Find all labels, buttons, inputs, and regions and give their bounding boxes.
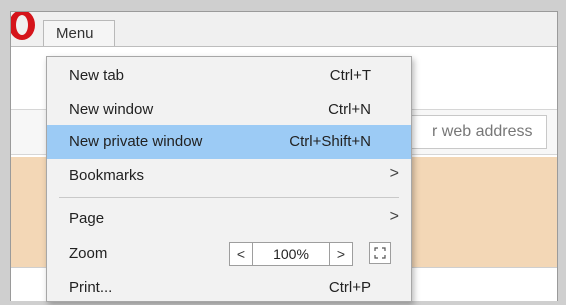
menu-item-zoom: Zoom < 100% >	[47, 237, 411, 271]
menu-item-shortcut: Ctrl+P	[328, 279, 371, 296]
menu-button[interactable]: Menu	[43, 20, 115, 46]
main-menu-dropdown: New tab Ctrl+T New window Ctrl+N New pri…	[46, 56, 412, 302]
menu-item-label: New private window	[69, 133, 203, 150]
menu-item-new-tab[interactable]: New tab Ctrl+T	[47, 59, 411, 93]
menu-item-shortcut: Ctrl+N	[328, 101, 371, 118]
menu-item-label: Print...	[69, 279, 113, 296]
menu-item-shortcut: Ctrl+T	[329, 67, 371, 84]
menu-item-bookmarks[interactable]: Bookmarks >	[47, 159, 411, 193]
zoom-control: < 100% >	[229, 242, 353, 266]
zoom-out-button[interactable]: <	[230, 243, 253, 265]
menu-item-label: Page	[69, 210, 105, 227]
fullscreen-button[interactable]	[369, 242, 391, 264]
menu-item-page[interactable]: Page >	[47, 202, 411, 236]
menu-item-label: Bookmarks	[69, 167, 145, 184]
menu-item-label: New window	[69, 101, 154, 118]
menu-separator	[59, 197, 399, 198]
menu-item-new-window[interactable]: New window Ctrl+N	[47, 93, 411, 127]
opera-logo-icon[interactable]	[10, 11, 39, 42]
chevron-right-icon: >	[389, 208, 399, 225]
address-input[interactable]: r web address	[391, 115, 547, 149]
zoom-level: 100%	[273, 246, 309, 262]
menu-item-new-private-window[interactable]: New private window Ctrl+Shift+N	[47, 125, 411, 159]
zoom-in-button[interactable]: >	[329, 243, 352, 265]
chevron-right-icon: >	[389, 165, 399, 182]
title-bar: Menu	[11, 12, 557, 46]
menu-item-shortcut: Ctrl+Shift+N	[289, 133, 371, 150]
fullscreen-icon	[374, 247, 386, 259]
menu-item-label: Zoom	[69, 245, 108, 262]
menu-item-label: New tab	[69, 67, 125, 84]
